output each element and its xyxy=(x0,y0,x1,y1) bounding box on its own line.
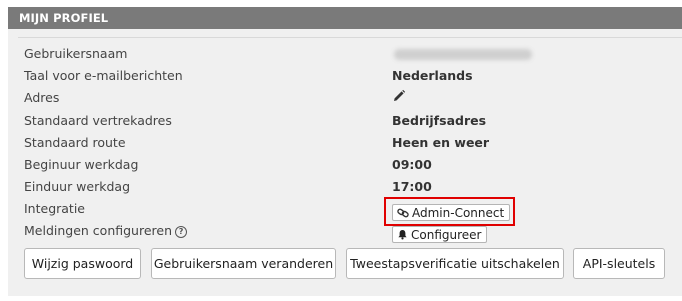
change-password-button[interactable]: Wijzig paswoord xyxy=(24,248,141,279)
notifications-label-text: Meldingen configureren xyxy=(24,223,173,238)
link-icon xyxy=(397,208,409,218)
default-departure-label: Standaard vertrekadres xyxy=(24,113,172,128)
notifications-label: Meldingen configureren? xyxy=(24,223,188,238)
panel-title: MIJN PROFIEL xyxy=(8,7,682,29)
profile-panel: MIJN PROFIEL Gebruikersnaam Taal voor e-… xyxy=(8,7,682,296)
address-label: Adres xyxy=(24,90,60,105)
row-address: Adres xyxy=(8,88,682,108)
row-default-route: Standaard route Heen en weer xyxy=(8,133,682,153)
api-keys-button[interactable]: API-sleutels xyxy=(573,248,665,279)
row-integration: Integratie xyxy=(8,199,682,219)
workday-end-value: 17:00 xyxy=(392,179,432,194)
default-route-label: Standaard route xyxy=(24,135,126,150)
workday-end-label: Einduur werkdag xyxy=(24,179,131,194)
username-label: Gebruikersnaam xyxy=(24,46,128,61)
workday-start-value: 09:00 xyxy=(392,157,432,172)
disable-2fa-button[interactable]: Tweestapsverificatie uitschakelen xyxy=(346,248,564,279)
admin-connect-button[interactable]: Admin-Connect xyxy=(392,204,511,221)
configure-label: Configureer xyxy=(411,228,482,242)
row-username: Gebruikersnaam xyxy=(8,44,682,64)
email-language-value: Nederlands xyxy=(392,68,473,83)
email-language-label: Taal voor e-mailberichten xyxy=(24,68,183,83)
change-username-button[interactable]: Gebruikersnaam veranderen xyxy=(151,248,336,279)
bell-icon xyxy=(398,230,407,240)
row-notifications: Meldingen configureren? xyxy=(8,221,682,241)
integration-label: Integratie xyxy=(24,201,85,216)
row-default-departure: Standaard vertrekadres Bedrijfsadres xyxy=(8,111,682,131)
row-workday-end: Einduur werkdag 17:00 xyxy=(8,177,682,197)
username-value-redacted xyxy=(394,49,532,60)
question-circle-icon[interactable]: ? xyxy=(175,226,188,238)
divider xyxy=(18,37,682,38)
configure-notifications-button[interactable]: Configureer xyxy=(392,226,488,243)
row-email-language: Taal voor e-mailberichten Nederlands xyxy=(8,66,682,86)
admin-connect-label: Admin-Connect xyxy=(412,206,505,220)
row-workday-start: Beginuur werkdag 09:00 xyxy=(8,155,682,175)
pencil-icon[interactable] xyxy=(392,89,406,103)
default-departure-value: Bedrijfsadres xyxy=(392,113,487,128)
default-route-value: Heen en weer xyxy=(392,135,490,150)
workday-start-label: Beginuur werkdag xyxy=(24,157,139,172)
